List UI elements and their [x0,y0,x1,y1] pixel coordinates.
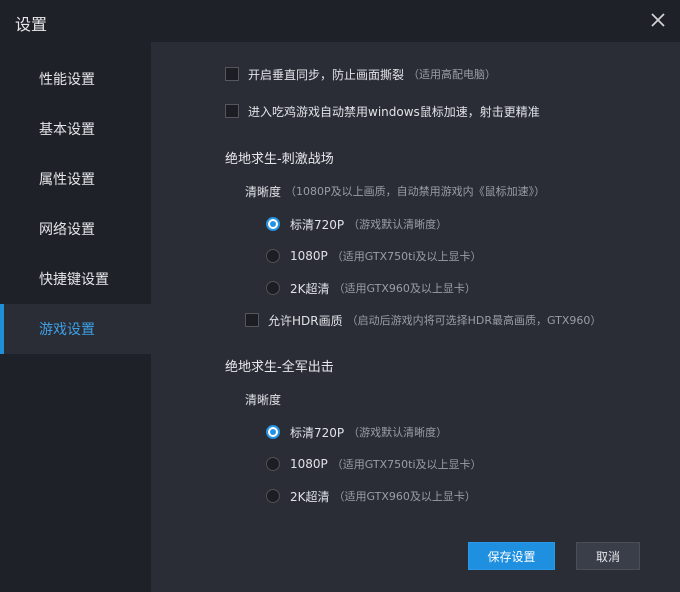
radio-note: （适用GTX750ti及以上显卡） [331,250,482,263]
sidebar-item-label: 性能设置 [39,72,95,88]
hdr-option: 允许HDR画质 （启动后游戏内将可选择HDR最高画质，GTX960） [245,310,601,330]
section-title-pubg-mobile: 绝地求生-刺激战场 [225,152,334,167]
section1-clarity-header: 清晰度 （1080P及以上画质，自动禁用游戏内《鼠标加速》） [245,181,545,201]
section-title-pubg-exhilarating: 绝地求生-全军出击 [225,360,334,375]
sidebar-item-shortcuts[interactable]: 快捷键设置 [0,254,151,304]
s2-radio-2k[interactable] [266,489,280,503]
sidebar-item-label: 快捷键设置 [39,272,109,288]
s1-radio-2k[interactable] [266,281,280,295]
clarity-label: 清晰度 [245,184,282,199]
radio-note: （适用GTX750ti及以上显卡） [331,458,482,471]
s1-radio-1080p[interactable] [266,249,280,263]
sidebar-item-network[interactable]: 网络设置 [0,204,151,254]
s1-radio-720p-row: 标清720P （游戏默认清晰度） [266,214,447,234]
s2-radio-720p-row: 标清720P （游戏默认清晰度） [266,422,447,442]
active-indicator [0,304,4,354]
radio-note: （游戏默认清晰度） [348,426,448,439]
s2-radio-1080p[interactable] [266,457,280,471]
sidebar-item-label: 网络设置 [39,222,95,238]
radio-label: 标清720P [290,425,345,440]
sidebar-item-game[interactable]: 游戏设置 [0,304,151,354]
radio-label: 2K超清 [290,489,330,504]
s2-radio-2k-row: 2K超清 （适用GTX960及以上显卡） [266,486,476,506]
title-bar: 设置 [0,0,680,42]
mouse-accel-checkbox[interactable] [225,104,239,118]
sidebar-item-properties[interactable]: 属性设置 [0,154,151,204]
sidebar-item-label: 属性设置 [39,172,95,188]
mouse-accel-option: 进入吃鸡游戏自动禁用windows鼠标加速，射击更精准 [225,101,540,121]
sidebar-item-label: 基本设置 [39,122,95,138]
close-icon[interactable] [648,10,668,30]
vsync-label: 开启垂直同步，防止画面撕裂 [248,67,405,82]
radio-note: （适用GTX960及以上显卡） [333,282,476,295]
sidebar: 性能设置 基本设置 属性设置 网络设置 快捷键设置 游戏设置 [0,42,151,592]
radio-label: 1080P [290,457,328,471]
s2-radio-720p[interactable] [266,425,280,439]
mouse-accel-label: 进入吃鸡游戏自动禁用windows鼠标加速，射击更精准 [248,104,540,119]
s1-radio-720p[interactable] [266,217,280,231]
s1-radio-2k-row: 2K超清 （适用GTX960及以上显卡） [266,278,476,298]
radio-label: 1080P [290,249,328,263]
hdr-label: 允许HDR画质 [268,313,343,328]
radio-note: （游戏默认清晰度） [348,218,448,231]
vsync-option: 开启垂直同步，防止画面撕裂 （适用高配电脑） [225,64,496,84]
radio-label: 标清720P [290,217,345,232]
settings-content: 开启垂直同步，防止画面撕裂 （适用高配电脑） 进入吃鸡游戏自动禁用windows… [151,42,680,592]
section2-clarity-header: 清晰度 [245,389,281,409]
window-title: 设置 [15,15,48,34]
cancel-button[interactable]: 取消 [576,542,640,570]
s1-radio-1080p-row: 1080P （适用GTX750ti及以上显卡） [266,246,482,266]
s2-radio-1080p-row: 1080P （适用GTX750ti及以上显卡） [266,454,482,474]
radio-label: 2K超清 [290,281,330,296]
hdr-checkbox[interactable] [245,313,259,327]
clarity-label: 清晰度 [245,392,282,407]
vsync-checkbox[interactable] [225,67,239,81]
clarity-note: （1080P及以上画质，自动禁用游戏内《鼠标加速》） [285,185,546,198]
sidebar-item-performance[interactable]: 性能设置 [0,54,151,104]
hdr-note: （启动后游戏内将可选择HDR最高画质，GTX960） [346,314,602,327]
sidebar-item-label: 游戏设置 [39,322,95,338]
radio-note: （适用GTX960及以上显卡） [333,490,476,503]
settings-window: 设置 性能设置 基本设置 属性设置 网络设置 快捷键设置 游戏设置 开启垂直同步… [0,0,680,592]
sidebar-item-basic[interactable]: 基本设置 [0,104,151,154]
vsync-note: （适用高配电脑） [408,68,497,81]
save-button[interactable]: 保存设置 [468,542,555,570]
